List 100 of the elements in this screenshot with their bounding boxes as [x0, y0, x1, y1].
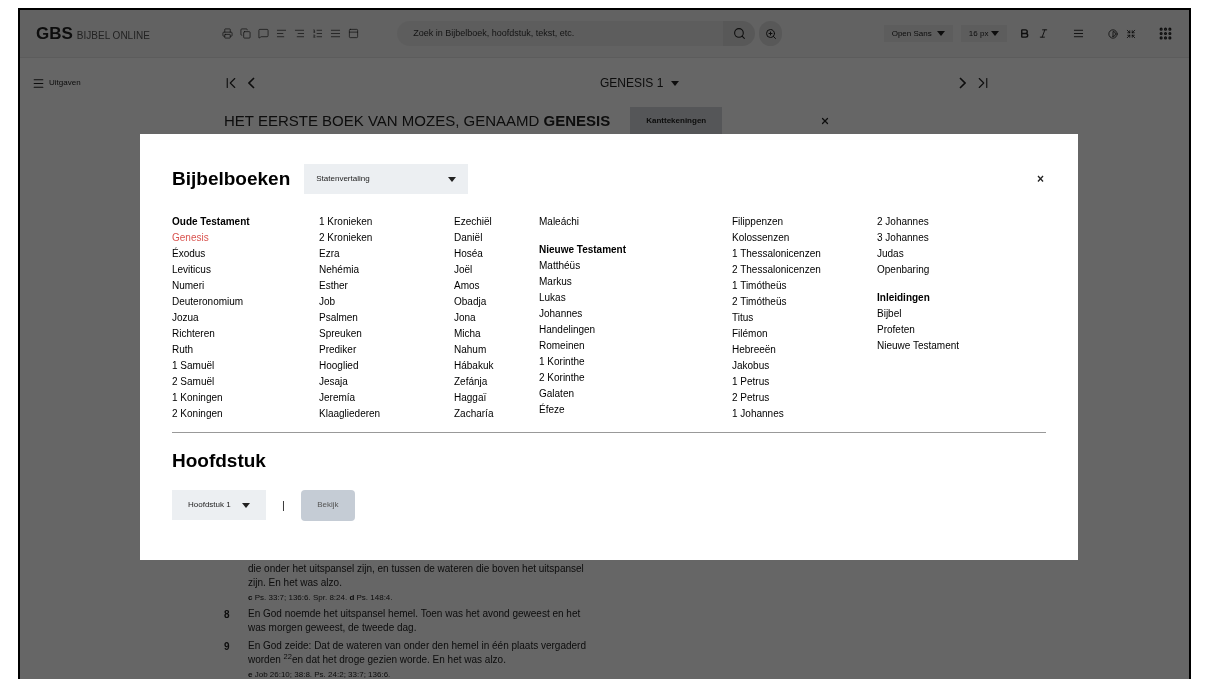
book-link[interactable]: Daniël [454, 230, 539, 246]
book-link[interactable]: Lukas [539, 290, 732, 306]
book-link[interactable]: Jeremía [319, 390, 454, 406]
align-button[interactable] [1073, 28, 1084, 39]
book-link[interactable]: Jozua [172, 310, 319, 326]
book-link[interactable]: 1 Samuël [172, 358, 319, 374]
book-link[interactable]: Deuteronomium [172, 294, 319, 310]
book-link[interactable]: Ezra [319, 246, 454, 262]
book-link[interactable]: 1 Petrus [732, 374, 877, 390]
book-link[interactable]: 1 Koningen [172, 390, 319, 406]
book-link[interactable]: Matthéüs [539, 258, 732, 274]
book-link[interactable]: Galaten [539, 386, 732, 402]
book-link[interactable]: Nahum [454, 342, 539, 358]
cross-references: c Ps. 33:7; 136:6. Spr. 8:24. d Ps. 148:4. [248, 593, 394, 603]
book-link[interactable]: Johannes [539, 306, 732, 322]
previous-chapter-button[interactable] [248, 77, 255, 89]
book-link[interactable]: Haggaï [454, 390, 539, 406]
next-chapter-button[interactable] [959, 77, 967, 89]
book-link[interactable]: 2 Timótheüs [732, 294, 877, 310]
book-link[interactable]: Jesaja [319, 374, 454, 390]
printer-icon[interactable] [222, 28, 234, 39]
book-link[interactable]: Micha [454, 326, 539, 342]
chapter-heading: Hoofdstuk [172, 450, 266, 471]
book-link[interactable]: Leviticus [172, 262, 319, 278]
verse-text: die onder het uitspansel zijn, en tussen de wateren die boven het uitspansel zijn. En het was alzo. [248, 562, 585, 590]
book-link[interactable]: 1 Korinthe [539, 354, 732, 370]
close-notes-button[interactable] [820, 116, 831, 126]
book-link[interactable]: 1 Johannes [732, 406, 877, 422]
contrast-button[interactable] [1108, 28, 1118, 39]
translation-select[interactable]: Statenvertaling [304, 164, 469, 194]
book-link[interactable]: Hábakuk [454, 358, 539, 374]
book-link[interactable]: Jona [454, 310, 539, 326]
book-link[interactable]: Prediker [319, 342, 454, 358]
book-link[interactable]: 2 Petrus [732, 390, 877, 406]
copy-icon[interactable] [240, 28, 252, 39]
book-link[interactable]: Klaagliederen [319, 406, 454, 422]
list-icon[interactable] [312, 28, 324, 39]
book-link[interactable]: Zefánja [454, 374, 539, 390]
book-link[interactable]: 1 Kronieken [319, 214, 454, 230]
book-link[interactable]: Filémon [732, 326, 877, 342]
search-button[interactable] [722, 21, 756, 46]
panel-icon[interactable] [348, 28, 360, 39]
book-link[interactable]: Obadja [454, 294, 539, 310]
book-link[interactable]: Zacharía [454, 406, 539, 422]
book-link[interactable]: Markus [539, 274, 732, 290]
align-right-icon[interactable] [294, 28, 306, 39]
book-link[interactable]: Richteren [172, 326, 319, 342]
book-link[interactable]: Nehémia [319, 262, 454, 278]
book-link[interactable]: Titus [732, 310, 877, 326]
caret-icon [671, 80, 680, 86]
book-link[interactable]: Psalmen [319, 310, 454, 326]
book-link[interactable]: Hoséa [454, 246, 539, 262]
book-link[interactable]: 2 Kronieken [319, 230, 454, 246]
book-link[interactable]: Maleáchi [539, 214, 732, 230]
shrink-icon [1126, 28, 1136, 39]
book-link[interactable]: Job [319, 294, 454, 310]
comment-icon[interactable] [258, 28, 270, 39]
view-button[interactable]: Bekijk [300, 489, 355, 521]
grid-icon [1158, 26, 1173, 41]
compress-button[interactable] [1126, 28, 1136, 39]
book-link[interactable]: Amos [454, 278, 539, 294]
book-link[interactable]: 2 Johannes [877, 214, 1037, 230]
apps-button[interactable] [1158, 26, 1173, 41]
book-link[interactable]: Genesis [172, 230, 319, 246]
chapter-dropdown[interactable]: Hoofdstuk 1 [172, 490, 266, 520]
book-link[interactable]: 1 Timótheüs [732, 278, 877, 294]
align-left-icon[interactable] [276, 28, 288, 39]
book-link[interactable]: Profeten [877, 322, 1037, 338]
book-link[interactable]: Openbaring [877, 262, 1037, 278]
book-link[interactable]: 2 Korinthe [539, 370, 732, 386]
book-link[interactable]: Jakobus [732, 358, 877, 374]
book-link[interactable]: Judas [877, 246, 1037, 262]
bold-button[interactable] [1019, 28, 1030, 39]
book-link[interactable]: Ruth [172, 342, 319, 358]
zoom-search-button[interactable] [759, 21, 782, 46]
book-link[interactable]: Numeri [172, 278, 319, 294]
book-link[interactable]: 2 Thessalonicenzen [732, 262, 877, 278]
book-link[interactable]: Filippenzen [732, 214, 877, 230]
book-link[interactable]: Kolossenzen [732, 230, 877, 246]
book-link[interactable]: Hooglied [319, 358, 454, 374]
book-link[interactable]: Éxodus [172, 246, 319, 262]
italic-button[interactable] [1038, 28, 1049, 39]
book-link[interactable]: Ezechiël [454, 214, 539, 230]
book-link[interactable]: 3 Johannes [877, 230, 1037, 246]
book-link[interactable]: Joël [454, 262, 539, 278]
book-link[interactable]: Romeinen [539, 338, 732, 354]
book-link[interactable]: Spreuken [319, 326, 454, 342]
book-link[interactable]: Hebreeën [732, 342, 877, 358]
book-link[interactable]: Éfeze [539, 402, 732, 418]
close-icon [820, 116, 831, 126]
book-link[interactable]: 2 Koningen [172, 406, 319, 422]
book-link[interactable]: Esther [319, 278, 454, 294]
book-link[interactable]: Nieuwe Testament [877, 338, 1037, 354]
contrast-icon [1108, 28, 1118, 39]
justify-icon[interactable] [330, 28, 342, 39]
close-dialog-button[interactable]: × [1037, 170, 1044, 188]
book-link[interactable]: Bijbel [877, 306, 1037, 322]
book-link[interactable]: 1 Thessalonicenzen [732, 246, 877, 262]
book-link[interactable]: 2 Samuël [172, 374, 319, 390]
book-link[interactable]: Handelingen [539, 322, 732, 338]
